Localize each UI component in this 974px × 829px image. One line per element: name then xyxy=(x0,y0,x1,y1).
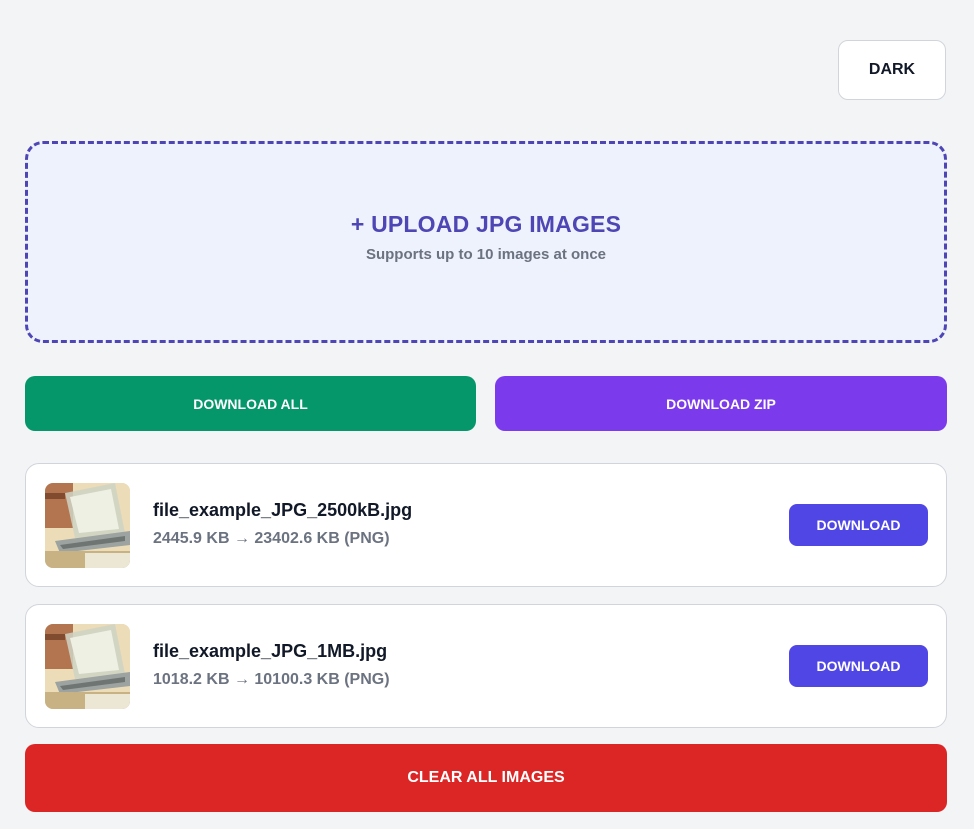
download-zip-button[interactable]: DOWNLOAD ZIP xyxy=(495,376,947,431)
file-card: file_example_JPG_2500kB.jpg 2445.9 KB → … xyxy=(25,463,947,587)
file-name: file_example_JPG_1MB.jpg xyxy=(153,641,388,661)
file-size-info: 2445.9 KB → 23402.6 KB (PNG) xyxy=(153,530,390,547)
file-download-button[interactable]: DOWNLOAD xyxy=(789,504,928,546)
theme-toggle-button[interactable]: DARK xyxy=(838,40,946,100)
upload-subtitle: Supports up to 10 images at once xyxy=(365,246,607,263)
file-size-info: 1018.2 KB → 10100.3 KB (PNG) xyxy=(153,671,390,688)
file-name: file_example_JPG_2500kB.jpg xyxy=(153,500,413,520)
upload-dropzone[interactable]: + UPLOAD JPG IMAGES Supports up to 10 im… xyxy=(25,141,947,343)
clear-all-button[interactable]: CLEAR ALL IMAGES xyxy=(25,744,947,812)
file-card: file_example_JPG_1MB.jpg 1018.2 KB → 101… xyxy=(25,604,947,728)
file-thumbnail xyxy=(45,483,130,568)
file-thumbnail xyxy=(45,624,130,709)
upload-title: + UPLOAD JPG IMAGES xyxy=(350,211,622,237)
download-all-button[interactable]: DOWNLOAD ALL xyxy=(25,376,476,431)
file-download-button[interactable]: DOWNLOAD xyxy=(789,645,928,687)
